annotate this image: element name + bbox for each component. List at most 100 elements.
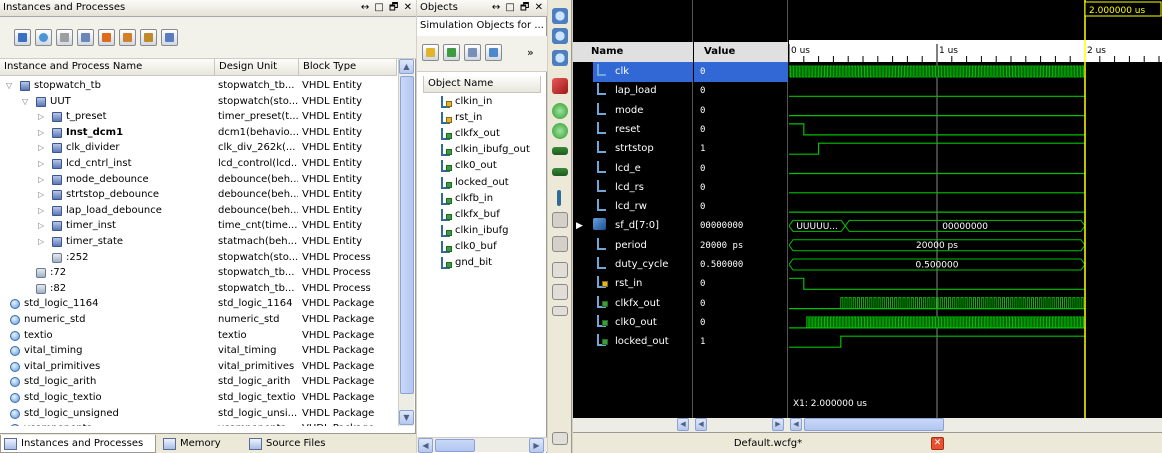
col-header-object-name[interactable]: Object Name (423, 76, 541, 93)
tab-source-files[interactable]: Source Files (246, 435, 346, 453)
object-row[interactable]: clkfx_out (423, 126, 543, 142)
tree-row[interactable]: ▷ t_preset timer_preset(t... VHDL Entity (0, 109, 398, 125)
signal-name-row[interactable]: period (573, 236, 693, 256)
tree-row[interactable]: vcomponents vcomponents VHDL Package (0, 421, 398, 426)
objects-h-scrollbar[interactable]: ◀ ▶ (417, 437, 547, 453)
object-row[interactable]: rst_in (423, 110, 543, 126)
signal-name-row[interactable]: reset (573, 120, 693, 140)
toolbar-button-4[interactable] (77, 29, 94, 46)
time-ruler[interactable] (789, 40, 1162, 62)
tree-row[interactable]: std_logic_1164 std_logic_1164 VHDL Package (0, 296, 398, 312)
tree-row[interactable]: vital_primitives vital_primitives VHDL Pac… (0, 359, 398, 375)
bus-expand-arrow-icon[interactable]: ▶ (576, 216, 583, 236)
go-to-last-time-icon[interactable] (552, 123, 568, 139)
toolbar-button-8[interactable] (161, 29, 178, 46)
scroll-up-button[interactable]: ▲ (399, 59, 414, 74)
close-tab-icon[interactable]: ✕ (931, 437, 944, 450)
signal-name-row[interactable]: lcd_rs (573, 178, 693, 198)
tree-row[interactable]: ▷ timer_inst time_cnt(time... VHDL Entity (0, 218, 398, 234)
toolbar-button-3[interactable] (56, 29, 73, 46)
expand-arrow-icon[interactable]: ▷ (38, 218, 44, 234)
objects-window-controls[interactable]: ↔ □ 🗗 ✕ (492, 0, 544, 16)
tree-row[interactable]: ▷ timer_state statmach(beh... VHDL Entity (0, 234, 398, 250)
col-header-instance[interactable]: Instance and Process Name (0, 59, 215, 76)
instances-scrollbar[interactable]: ▲ ▼ (398, 59, 414, 426)
signal-name-row[interactable]: lcd_rw (573, 197, 693, 217)
input-filter-button[interactable] (422, 44, 439, 61)
expand-arrow-icon[interactable]: ▷ (38, 234, 44, 250)
go-to-time-zero-icon[interactable] (552, 103, 568, 119)
object-row[interactable]: clkin_ibufg (423, 223, 543, 239)
toolbar-button-5[interactable] (98, 29, 115, 46)
signal-name-row[interactable]: strtstop (573, 139, 693, 159)
tree-row[interactable]: ▷ strtstop_debounce debounce(beh... VHDL En… (0, 187, 398, 203)
next-transition-icon[interactable] (552, 168, 568, 176)
signal-name-row[interactable]: rst_in (573, 274, 693, 294)
toolbar-button-2[interactable] (35, 29, 52, 46)
toolbar-button-1[interactable] (14, 29, 31, 46)
scroll-right-button[interactable]: ▶ (529, 438, 544, 453)
scroll-left-button[interactable]: ◀ (418, 438, 433, 453)
collapse-arrow-icon[interactable]: ▽ (22, 94, 28, 110)
wave-scroll-left[interactable]: ◀ (790, 418, 802, 431)
object-row[interactable]: clkin_ibufg_out (423, 142, 543, 158)
tree-row[interactable]: textio textio VHDL Package (0, 328, 398, 344)
zoom-out-icon[interactable] (552, 28, 568, 44)
names-scroll-left[interactable]: ◀ (677, 418, 689, 431)
tree-row[interactable]: std_logic_unsigned std_logic_unsi... VHDL … (0, 406, 398, 422)
tree-row[interactable]: numeric_std numeric_std VHDL Package (0, 312, 398, 328)
object-row[interactable]: clkfx_buf (423, 207, 543, 223)
previous-marker-icon[interactable] (552, 212, 568, 228)
tree-row[interactable]: std_logic_textio std_logic_textio VHDL Pac… (0, 390, 398, 406)
object-row[interactable]: clk0_buf (423, 239, 543, 255)
toolbar-button-6[interactable] (119, 29, 136, 46)
objects-h-thumb[interactable] (435, 439, 475, 452)
tree-row[interactable]: ▷ Inst_dcm1 dcm1(behavio... VHDL Entity (0, 125, 398, 141)
waveform-canvas[interactable]: 0 us 1 us 2 us UUUUU... 00000000 20000 ps 0… (789, 0, 1162, 418)
zoom-in-icon[interactable] (552, 8, 568, 24)
swap-cursors-icon[interactable] (552, 262, 568, 278)
tree-row[interactable]: :252 stopwatch(sto... VHDL Process (0, 250, 398, 266)
col-header-design-unit[interactable]: Design Unit (215, 59, 299, 76)
values-scroll-right[interactable]: ▶ (772, 418, 784, 431)
floating-ruler-icon[interactable] (552, 306, 568, 316)
tree-row[interactable]: ▷ lcd_cntrl_inst lcd_control(lcd... VHDL En… (0, 156, 398, 172)
values-scroll-left[interactable]: ◀ (695, 418, 707, 431)
object-row[interactable]: gnd_bit (423, 255, 543, 271)
expand-arrow-icon[interactable]: ▷ (38, 125, 44, 141)
wave-scroll-thumb[interactable] (804, 418, 944, 431)
expand-arrow-icon[interactable]: ▷ (38, 156, 44, 172)
signal-name-row[interactable]: duty_cycle (573, 255, 693, 275)
signal-name-row[interactable]: lap_load (573, 81, 693, 101)
object-row[interactable]: locked_out (423, 175, 543, 191)
object-row[interactable]: clkfb_in (423, 191, 543, 207)
tree-row[interactable]: std_logic_arith std_logic_arith VHDL Packa… (0, 374, 398, 390)
object-row[interactable]: clkin_in (423, 94, 543, 110)
zoom-fit-icon[interactable] (552, 50, 568, 66)
object-row[interactable]: clk0_out (423, 158, 543, 174)
wave-config-icon[interactable] (552, 432, 568, 445)
expand-arrow-icon[interactable]: ▷ (38, 187, 44, 203)
tree-row[interactable]: ▽ UUT stopwatch(sto... VHDL Entity (0, 94, 398, 110)
bidir-filter-button[interactable] (464, 44, 481, 61)
tree-row[interactable]: ▽ stopwatch_tb stopwatch_tb... VHDL Entity (0, 78, 398, 94)
col-header-block-type[interactable]: Block Type (299, 59, 397, 76)
output-filter-button[interactable] (443, 44, 460, 61)
scroll-thumb[interactable] (400, 76, 414, 394)
panel-window-controls[interactable]: ↔ □ 🗗 ✕ (361, 0, 413, 16)
signal-name-row[interactable]: clk (593, 62, 693, 82)
internal-filter-button[interactable] (485, 44, 502, 61)
signal-name-row[interactable]: ▶ sf_d[7:0] (573, 216, 693, 236)
tab-instances-and-processes[interactable]: Instances and Processes (0, 435, 156, 453)
expand-arrow-icon[interactable]: ▷ (38, 172, 44, 188)
more-tools-button[interactable]: » (527, 46, 534, 59)
add-marker-icon[interactable] (557, 190, 561, 206)
next-marker-icon[interactable] (552, 236, 568, 252)
expand-arrow-icon[interactable]: ▷ (38, 109, 44, 125)
tree-row[interactable]: :82 stopwatch_tb... VHDL Process (0, 281, 398, 297)
signal-name-row[interactable]: clk0_out (573, 313, 693, 333)
signal-name-row[interactable]: clkfx_out (573, 294, 693, 314)
wave-file-tab[interactable]: Default.wcfg* (693, 434, 843, 453)
signal-name-row[interactable]: locked_out (573, 332, 693, 352)
tree-row[interactable]: ▷ clk_divider clk_div_262k(... VHDL Entity (0, 140, 398, 156)
